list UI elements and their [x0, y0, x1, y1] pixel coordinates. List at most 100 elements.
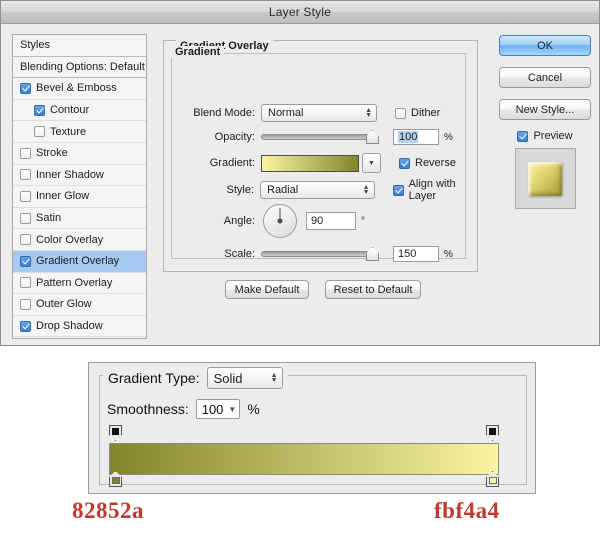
style-item-label: Stroke: [36, 147, 68, 160]
checkbox-icon-pattern-overlay[interactable]: [20, 277, 31, 289]
opacity-input[interactable]: 100: [393, 129, 439, 145]
style-item-label: Outer Glow: [36, 298, 92, 311]
style-item-label: Texture: [50, 125, 87, 138]
angle-input[interactable]: 90: [306, 212, 356, 230]
blend-mode-label: Blend Mode:: [193, 107, 255, 119]
style-item-bevel-emboss[interactable]: Bevel & Emboss: [13, 78, 146, 100]
opacity-slider-track: [261, 134, 377, 140]
make-default-label: Make Default: [234, 283, 300, 296]
style-item-pattern-overlay[interactable]: Pattern Overlay: [13, 273, 146, 295]
checkbox-icon-drop-shadow[interactable]: [20, 320, 31, 332]
hex-label-right: fbf4a4: [434, 498, 500, 523]
checkbox-icon-align-with-layer[interactable]: [392, 184, 404, 196]
hex-annotations: 82852a fbf4a4: [0, 498, 600, 543]
checkbox-icon-texture[interactable]: [34, 126, 45, 138]
style-item-label: Satin: [36, 212, 62, 225]
ok-button[interactable]: OK: [499, 35, 591, 56]
checkbox-icon-inner-shadow[interactable]: [20, 169, 31, 181]
style-item-inner-glow[interactable]: Inner Glow: [13, 186, 146, 208]
checkbox-icon-gradient-overlay[interactable]: [20, 255, 31, 267]
angle-dial[interactable]: [263, 204, 297, 238]
angle-label: Angle:: [223, 215, 255, 227]
style-item-drop-shadow[interactable]: Drop Shadow: [13, 316, 146, 338]
scale-unit: %: [444, 248, 453, 260]
opacity-stop-left-swatch: [112, 428, 119, 435]
scale-slider-thumb[interactable]: [366, 247, 379, 261]
checkbox-icon-reverse[interactable]: [399, 157, 410, 169]
styles-list-panel[interactable]: Styles Blending Options: Default Bevel &…: [12, 34, 147, 339]
stepper-arrows-icon: ▲ ▼: [365, 107, 372, 119]
preview-label: Preview: [533, 130, 573, 142]
blending-options-row[interactable]: Blending Options: Default: [13, 57, 146, 79]
make-default-button[interactable]: Make Default: [225, 280, 309, 299]
gradient-row: Gradient: ▼ Reverse: [179, 153, 456, 173]
styles-list-header: Styles: [13, 35, 146, 57]
gradient-ramp-area: [101, 425, 505, 487]
style-row: Style: Radial ▲ ▼ Align with Layer: [179, 178, 485, 202]
ok-label: OK: [537, 39, 553, 52]
gradient-preview-swatch[interactable]: [261, 154, 359, 172]
opacity-slider-thumb[interactable]: [366, 130, 379, 144]
smoothness-unit: %: [247, 401, 260, 417]
cancel-button[interactable]: Cancel: [499, 67, 591, 88]
color-stop-right-swatch: [489, 477, 497, 484]
chevron-down-icon-smoothness: ▼: [228, 404, 237, 414]
checkbox-icon-inner-glow[interactable]: [20, 190, 31, 202]
opacity-row: Opacity: 100 %: [179, 129, 453, 145]
smoothness-select[interactable]: 100 ▼: [195, 399, 241, 419]
scale-slider[interactable]: [261, 247, 379, 261]
style-item-satin[interactable]: Satin: [13, 208, 146, 230]
checkbox-icon-bevel-emboss[interactable]: [20, 82, 31, 94]
gradient-overlay-settings: Gradient Overlay Gradient Blend Mode: No…: [157, 34, 485, 339]
reverse-checkbox-row[interactable]: Reverse: [399, 157, 456, 169]
checkbox-icon-dither[interactable]: [395, 107, 406, 119]
blend-mode-value: Normal: [268, 107, 304, 119]
align-with-layer-label: Align with Layer: [408, 178, 456, 202]
style-item-color-overlay[interactable]: Color Overlay: [13, 229, 146, 251]
style-item-gradient-overlay[interactable]: Gradient Overlay: [13, 250, 146, 273]
style-item-contour[interactable]: Contour: [13, 100, 146, 122]
align-with-layer-checkbox-row[interactable]: Align with Layer: [392, 178, 485, 202]
opacity-slider[interactable]: [261, 130, 379, 144]
style-item-stroke[interactable]: Stroke: [13, 143, 146, 165]
chevron-down-icon-gradient-picker[interactable]: ▼: [362, 153, 381, 173]
blend-mode-row: Blend Mode: Normal ▲ ▼ Dither: [179, 104, 440, 122]
reset-to-default-button[interactable]: Reset to Default: [325, 280, 421, 299]
preview-checkbox-row[interactable]: Preview: [499, 130, 591, 142]
color-stop-left-swatch: [112, 477, 120, 484]
style-item-label: Drop Shadow: [36, 320, 103, 333]
opacity-unit: %: [444, 131, 453, 143]
dither-checkbox-row[interactable]: Dither: [395, 107, 440, 119]
gradient-ramp[interactable]: [109, 443, 499, 475]
style-item-inner-shadow[interactable]: Inner Shadow: [13, 165, 146, 187]
opacity-stop-right[interactable]: [486, 425, 499, 441]
scale-value: 150: [398, 248, 417, 260]
angle-dial-hub: [277, 218, 283, 224]
style-item-label: Bevel & Emboss: [36, 82, 117, 95]
checkbox-icon-outer-glow[interactable]: [20, 298, 31, 310]
reverse-label: Reverse: [415, 157, 456, 169]
style-label: Style:: [226, 184, 254, 196]
checkbox-icon-color-overlay[interactable]: [20, 234, 31, 246]
checkbox-icon-preview[interactable]: [517, 130, 529, 142]
scale-row: Scale: 150 %: [179, 246, 453, 262]
style-item-texture[interactable]: Texture: [13, 121, 146, 143]
gradient-type-select[interactable]: Solid ▲ ▼: [206, 367, 283, 389]
dialog-titlebar: Layer Style: [1, 1, 599, 24]
new-style-button[interactable]: New Style...: [499, 99, 591, 120]
gradient-editor-panel: Gradient Type: Solid ▲ ▼ Smoothness: 100 …: [88, 362, 536, 494]
scale-label: Scale:: [224, 248, 255, 260]
scale-input[interactable]: 150: [393, 246, 439, 262]
style-item-outer-glow[interactable]: Outer Glow: [13, 294, 146, 316]
checkbox-icon-contour[interactable]: [34, 104, 45, 116]
styles-header-label: Styles: [20, 39, 50, 52]
style-select[interactable]: Radial ▲ ▼: [260, 181, 375, 199]
smoothness-value: 100: [201, 401, 224, 417]
opacity-stop-right-swatch: [489, 428, 496, 435]
opacity-stop-left[interactable]: [109, 425, 122, 441]
checkbox-icon-stroke[interactable]: [20, 147, 31, 159]
blend-mode-select[interactable]: Normal ▲ ▼: [261, 104, 377, 122]
checkbox-icon-satin[interactable]: [20, 212, 31, 224]
gradient-group-legend: Gradient: [171, 46, 225, 58]
style-item-label: Gradient Overlay: [36, 255, 120, 268]
